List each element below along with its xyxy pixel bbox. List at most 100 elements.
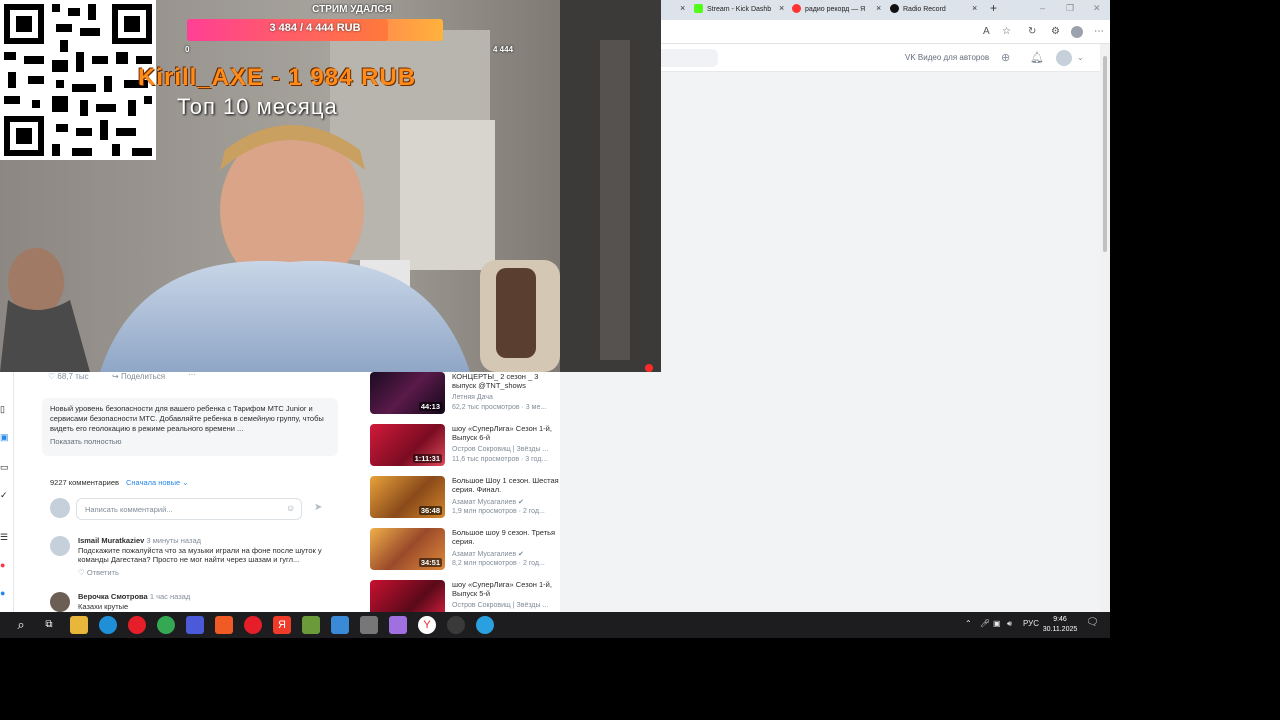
restore-icon[interactable]: ❐ <box>1066 3 1074 14</box>
rec-item[interactable]: шоу «СуперЛига» Сезон 1-й, Выпуск 5-й Ос… <box>370 580 560 612</box>
rec-title[interactable]: шоу «СуперЛига» Сезон 1-й, Выпуск 5-й <box>452 580 560 598</box>
video-thumbnail[interactable] <box>370 580 445 612</box>
opera-icon[interactable] <box>244 616 262 634</box>
emoji-icon[interactable]: ☺ <box>286 503 295 513</box>
network-icon[interactable]: ▣ <box>993 619 1001 628</box>
rec-item[interactable]: 44:13 КОНЦЕРТЫ_ 2 сезон _ 3 выпуск @TNT_… <box>370 372 560 418</box>
rec-channel[interactable]: Азамат Мусагалиев ✔ <box>452 550 524 558</box>
donation-goal-progress: 3 484 / 4 444 RUB <box>269 22 361 34</box>
rec-item[interactable]: 1:11:31 шоу «СуперЛига» Сезон 1-й, Выпус… <box>370 424 560 470</box>
send-icon[interactable]: ➤ <box>314 502 322 513</box>
description-text: Новый уровень безопасности для вашего ре… <box>50 404 324 433</box>
top-donor: Kirill_AXE - 1 984 RUB <box>138 64 417 91</box>
add-icon[interactable]: ⊕ <box>1001 51 1010 64</box>
video-icon[interactable]: ▣ <box>0 432 9 443</box>
notifications-icon[interactable]: 🗨︎ <box>1086 617 1099 628</box>
reply-button[interactable]: ♡ Ответить <box>78 568 119 577</box>
close-window-icon[interactable]: ✕ <box>1093 3 1101 14</box>
telegram-icon[interactable] <box>476 616 494 634</box>
avatar <box>50 536 70 556</box>
rec-views: 8,2 млн просмотров · 2 год... <box>452 560 545 567</box>
comments-sort-dropdown[interactable]: Сначала новые ⌄ <box>126 478 189 487</box>
rec-title[interactable]: Большое Шоу 1 сезон. Шестая серия. Финал… <box>452 476 560 494</box>
scrollbar[interactable] <box>1100 44 1110 612</box>
rec-channel[interactable]: Остров Сокровищ | Звёзды ... <box>452 602 548 609</box>
profile-icon[interactable] <box>1071 26 1083 38</box>
brave-icon[interactable] <box>215 616 233 634</box>
comment-input[interactable]: Написать комментарий... <box>76 498 302 520</box>
donation-goal-max: 4 444 <box>493 45 514 54</box>
obs-icon[interactable] <box>360 616 378 634</box>
comment-author[interactable]: Верочка Смотрова 1 час назад <box>78 592 190 601</box>
close-icon[interactable]: × <box>876 3 881 13</box>
user-icon[interactable]: ● <box>0 588 5 598</box>
radio-record-icon <box>890 4 899 13</box>
check-icon[interactable]: ✓ <box>0 490 8 501</box>
minimize-icon[interactable]: – <box>1040 3 1045 13</box>
app-icon[interactable] <box>331 616 349 634</box>
volume-icon[interactable]: 🔊︎ <box>1007 619 1012 629</box>
scroll-thumb[interactable] <box>1103 56 1107 252</box>
language-indicator[interactable]: РУС <box>1023 619 1039 628</box>
screen: × Stream - Kick Dashb × радио рекорд — Я… <box>0 0 1280 720</box>
avatar[interactable] <box>1056 50 1072 66</box>
tab-kick-dashboard[interactable]: Stream - Kick Dashb <box>694 1 774 19</box>
close-icon[interactable]: × <box>972 3 977 13</box>
yandex-icon[interactable]: Я <box>273 616 291 634</box>
bell-icon[interactable]: 🔔︎ <box>1030 51 1044 64</box>
live-icon[interactable]: ● <box>0 560 5 570</box>
book-icon[interactable]: ▯ <box>0 404 5 415</box>
new-tab-button[interactable]: + <box>990 1 997 15</box>
screen-icon[interactable]: ▭ <box>0 462 9 473</box>
yandex-browser-icon[interactable]: Y <box>418 616 436 634</box>
tab-yandex-search[interactable]: радио рекорд — Я <box>792 1 870 19</box>
comment-author[interactable]: Ismail Muratkaziev 3 минуты назад <box>78 536 201 545</box>
minecraft-icon[interactable] <box>302 616 320 634</box>
app-icon[interactable] <box>186 616 204 634</box>
avatar <box>50 498 70 518</box>
comment-item: Ismail Muratkaziev 3 минуты назад Подска… <box>50 536 340 582</box>
tab-radio-record[interactable]: Radio Record <box>890 1 970 19</box>
obs-studio-icon[interactable] <box>447 616 465 634</box>
left-sidebar: ▯ ▣ ▭ ✓ ☰ ● ● <box>0 372 14 612</box>
like-button[interactable]: ♡ 68,7 тыс <box>48 372 89 381</box>
chevron-down-icon[interactable]: ⌄ <box>1077 53 1084 62</box>
menu-icon[interactable]: ⋯ <box>1094 26 1104 37</box>
file-explorer-icon[interactable] <box>70 616 88 634</box>
app-icon[interactable] <box>389 616 407 634</box>
extensions-icon[interactable]: ⚙ <box>1051 26 1060 37</box>
chevron-up-icon[interactable]: ⌃ <box>965 619 972 628</box>
rec-views: 62,2 тыс просмотров · 3 ме... <box>452 404 547 411</box>
rec-channel[interactable]: Остров Сокровищ | Звёзды ... <box>452 446 548 453</box>
video-thumbnail[interactable]: 36:48 <box>370 476 445 518</box>
rec-channel[interactable]: Азамат Мусагалиев ✔ <box>452 498 524 506</box>
rec-views: 1,9 млн просмотров · 2 год... <box>452 508 545 515</box>
list-check-icon[interactable]: ☰ <box>0 532 8 543</box>
favorite-star-icon[interactable]: ☆ <box>1002 26 1011 37</box>
rec-item[interactable]: 36:48 Большое Шоу 1 сезон. Шестая серия.… <box>370 476 560 522</box>
rec-title[interactable]: КОНЦЕРТЫ_ 2 сезон _ 3 выпуск @TNT_shows <box>452 372 560 390</box>
video-thumbnail[interactable]: 34:51 <box>370 528 445 570</box>
rec-title[interactable]: шоу «СуперЛига» Сезон 1-й, Выпуск 6-й <box>452 424 560 442</box>
search-icon[interactable]: ⌕ <box>12 616 30 634</box>
close-icon[interactable]: × <box>680 3 685 13</box>
share-button[interactable]: ↪ Поделиться <box>112 372 165 381</box>
system-clock[interactable]: 9:46 30.11.2025 <box>1042 615 1078 635</box>
rec-item[interactable]: 34:51 Большое шоу 9 сезон. Третья серия.… <box>370 528 560 574</box>
qr-code[interactable] <box>0 0 156 160</box>
opera-gx-icon[interactable] <box>128 616 146 634</box>
rec-channel[interactable]: Летняя Дача <box>452 394 493 401</box>
edge-icon[interactable] <box>99 616 117 634</box>
read-aloud-icon[interactable]: A <box>983 26 990 37</box>
comment-item: Верочка Смотрова 1 час назад Казахи крут… <box>50 592 340 612</box>
task-view-icon[interactable]: ⧉ <box>40 616 58 634</box>
refresh-icon[interactable]: ↻ <box>1028 26 1036 37</box>
vk-video-authors-link[interactable]: VK Видео для авторов <box>905 53 989 62</box>
rec-title[interactable]: Большое шоу 9 сезон. Третья серия. <box>452 528 560 546</box>
video-thumbnail[interactable]: 1:11:31 <box>370 424 445 466</box>
microphone-icon[interactable]: 🎤︎ <box>980 619 990 628</box>
chrome-icon[interactable] <box>157 616 175 634</box>
show-more-link[interactable]: Показать полностью <box>50 437 330 447</box>
close-icon[interactable]: × <box>779 3 784 13</box>
video-thumbnail[interactable]: 44:13 <box>370 372 445 414</box>
